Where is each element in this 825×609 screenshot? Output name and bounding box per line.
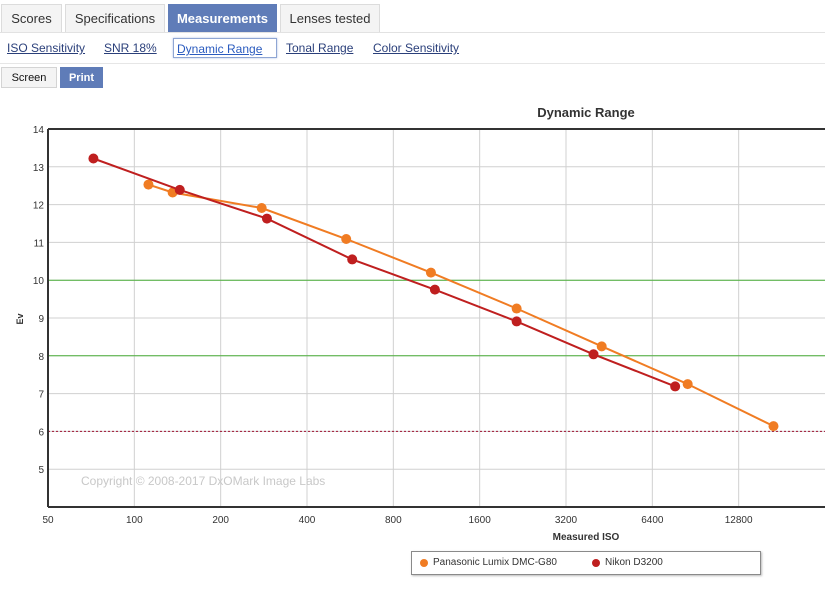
data-point bbox=[425, 267, 436, 278]
y-tick-label: 12 bbox=[33, 201, 45, 212]
data-point bbox=[682, 379, 693, 390]
subnav-iso-sensitivity[interactable]: ISO Sensitivity bbox=[7, 38, 85, 58]
data-point bbox=[588, 349, 599, 360]
x-tick-label: 200 bbox=[212, 515, 229, 526]
y-tick-label: 7 bbox=[38, 390, 44, 401]
subnav-tonal-range[interactable]: Tonal Range bbox=[286, 38, 353, 58]
data-point bbox=[429, 284, 440, 295]
x-axis-label: Measured ISO bbox=[553, 532, 620, 543]
y-tick-label: 13 bbox=[33, 163, 45, 174]
tab-measurements[interactable]: Measurements bbox=[168, 4, 277, 32]
y-tick-label: 9 bbox=[38, 314, 44, 325]
data-point bbox=[256, 203, 267, 214]
x-tick-label: 50 bbox=[42, 515, 54, 526]
y-tick-label: 11 bbox=[34, 238, 45, 249]
measurement-subnav: ISO Sensitivity SNR 18% Dynamic Range To… bbox=[0, 38, 825, 62]
tab-lenses-tested[interactable]: Lenses tested bbox=[280, 4, 380, 32]
data-point bbox=[596, 341, 607, 352]
data-point bbox=[88, 153, 99, 164]
data-point bbox=[511, 316, 522, 327]
tab-specifications[interactable]: Specifications bbox=[65, 4, 165, 32]
legend-label-nikon[interactable]: Nikon D3200 bbox=[605, 552, 663, 574]
data-point bbox=[341, 233, 352, 244]
data-point bbox=[347, 254, 358, 265]
chart-title: Dynamic Range bbox=[537, 105, 635, 120]
y-tick-label: 8 bbox=[38, 352, 44, 363]
y-tick-label: 5 bbox=[38, 465, 44, 476]
x-tick-label: 6400 bbox=[641, 515, 664, 526]
y-axis-label: Ev bbox=[15, 313, 25, 324]
data-point bbox=[511, 303, 522, 314]
data-point bbox=[261, 213, 272, 224]
subnav-dynamic-range[interactable]: Dynamic Range bbox=[173, 38, 277, 58]
data-point bbox=[143, 179, 154, 190]
chart-legend: Panasonic Lumix DMC-G80 Nikon D3200 bbox=[411, 551, 761, 575]
data-point bbox=[768, 421, 779, 432]
legend-marker-panasonic bbox=[420, 559, 428, 567]
y-tick-label: 14 bbox=[33, 125, 45, 136]
dynamic-range-chart: Dynamic Range Copyright © 2008-2017 DxOM… bbox=[15, 105, 825, 543]
y-tick-label: 6 bbox=[38, 427, 44, 438]
subnav-snr-18[interactable]: SNR 18% bbox=[104, 38, 157, 58]
x-tick-labels: 50 100 200 400 800 1600 3200 6400 12800 bbox=[42, 515, 753, 526]
legend-marker-nikon bbox=[592, 559, 600, 567]
x-tick-label: 12800 bbox=[725, 515, 753, 526]
y-tick-label: 10 bbox=[33, 276, 45, 287]
subnav-divider bbox=[0, 63, 825, 64]
screen-view-button[interactable]: Screen bbox=[1, 67, 57, 88]
x-tick-label: 400 bbox=[299, 515, 316, 526]
print-view-button[interactable]: Print bbox=[60, 67, 103, 88]
x-tick-label: 800 bbox=[385, 515, 402, 526]
y-tick-labels: 5 6 7 8 9 10 11 12 13 14 bbox=[33, 125, 45, 476]
x-tick-label: 1600 bbox=[469, 515, 492, 526]
data-point bbox=[174, 184, 185, 195]
x-tick-label: 100 bbox=[126, 515, 143, 526]
data-point bbox=[670, 381, 681, 392]
copyright-watermark: Copyright © 2008-2017 DxOMark Image Labs bbox=[81, 474, 325, 488]
subnav-color-sensitivity[interactable]: Color Sensitivity bbox=[373, 38, 459, 58]
tab-scores[interactable]: Scores bbox=[1, 4, 62, 32]
legend-label-panasonic[interactable]: Panasonic Lumix DMC-G80 bbox=[433, 552, 557, 574]
tab-divider bbox=[0, 32, 825, 33]
x-tick-label: 3200 bbox=[555, 515, 578, 526]
